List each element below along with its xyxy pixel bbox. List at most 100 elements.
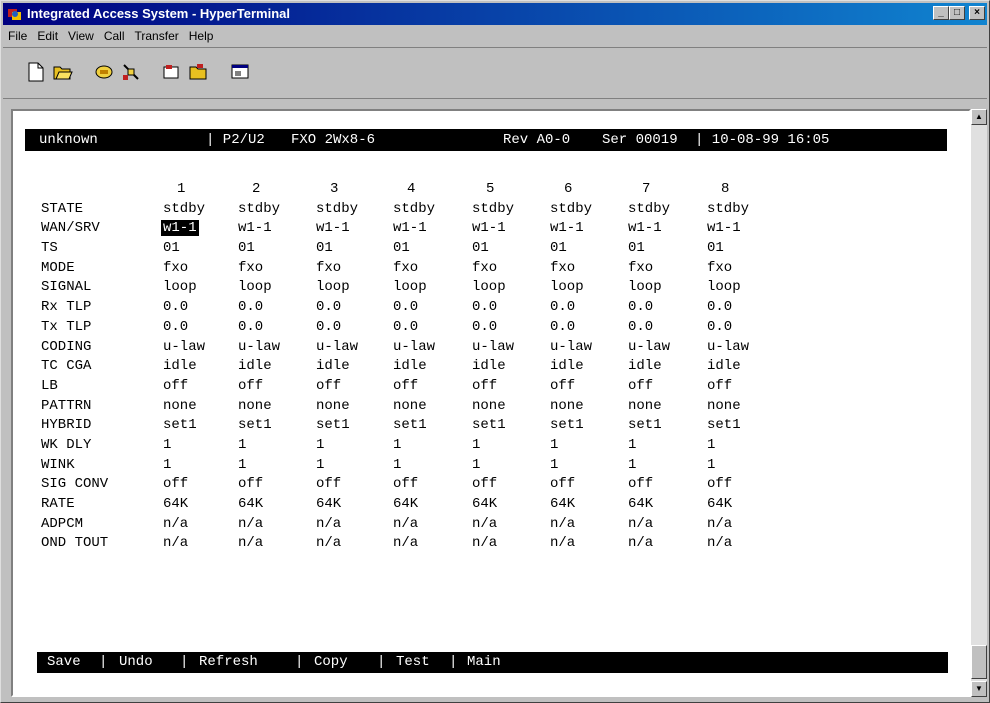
parameter-value-cell[interactable]: fxo — [472, 260, 497, 276]
parameter-value-cell[interactable]: n/a — [550, 535, 575, 551]
parameter-value-cell[interactable]: w1-1 — [472, 220, 506, 236]
menu-call[interactable]: Call — [99, 26, 130, 46]
parameter-value-cell[interactable]: n/a — [163, 516, 188, 532]
parameter-value-cell[interactable]: loop — [550, 279, 584, 295]
parameter-value-cell[interactable]: n/a — [550, 516, 575, 532]
selected-parameter-cell[interactable]: w1-1 — [161, 220, 199, 237]
parameter-value-cell[interactable]: n/a — [393, 516, 418, 532]
parameter-value-cell[interactable]: off — [393, 476, 418, 492]
parameter-value-cell[interactable]: 1 — [238, 457, 246, 473]
parameter-value-cell[interactable]: 1 — [393, 457, 401, 473]
parameter-value-cell[interactable]: 01 — [316, 240, 333, 256]
parameter-value-cell[interactable]: stdby — [472, 201, 514, 217]
parameter-value-cell[interactable]: u-law — [628, 339, 670, 355]
parameter-value-cell[interactable]: 0.0 — [550, 319, 575, 335]
parameter-value-cell[interactable]: 0.0 — [316, 319, 341, 335]
parameter-value-cell[interactable]: 1 — [472, 457, 480, 473]
parameter-value-cell[interactable]: none — [393, 398, 427, 414]
parameter-value-cell[interactable]: u-law — [472, 339, 514, 355]
parameter-value-cell[interactable]: off — [393, 378, 418, 394]
parameter-value-cell[interactable]: 0.0 — [628, 299, 653, 315]
parameter-value-cell[interactable]: n/a — [472, 516, 497, 532]
parameter-value-cell[interactable]: off — [628, 378, 653, 394]
parameter-value-cell[interactable]: 1 — [550, 457, 558, 473]
new-icon[interactable] — [23, 60, 49, 84]
parameter-value-cell[interactable]: u-law — [316, 339, 358, 355]
parameter-value-cell[interactable]: fxo — [628, 260, 653, 276]
parameter-value-cell[interactable]: idle — [163, 358, 197, 374]
parameter-value-cell[interactable]: 0.0 — [628, 319, 653, 335]
parameter-value-cell[interactable]: 64K — [238, 496, 263, 512]
scrollbar-thumb[interactable] — [971, 645, 987, 679]
parameter-value-cell[interactable]: set1 — [316, 417, 350, 433]
parameter-value-cell[interactable]: stdby — [393, 201, 435, 217]
parameter-value-cell[interactable]: off — [550, 476, 575, 492]
parameter-value-cell[interactable]: u-law — [550, 339, 592, 355]
parameter-value-cell[interactable]: stdby — [238, 201, 280, 217]
parameter-value-cell[interactable]: n/a — [238, 535, 263, 551]
command-copy[interactable]: Copy — [314, 654, 348, 670]
title-bar[interactable]: Integrated Access System - HyperTerminal… — [3, 3, 987, 25]
parameter-value-cell[interactable]: 1 — [707, 437, 715, 453]
vertical-scrollbar[interactable]: ▲ ▼ — [971, 109, 987, 697]
parameter-value-cell[interactable]: loop — [707, 279, 741, 295]
properties-icon[interactable] — [227, 60, 253, 84]
parameter-value-cell[interactable]: none — [472, 398, 506, 414]
parameter-value-cell[interactable]: 01 — [707, 240, 724, 256]
parameter-value-cell[interactable]: w1-1 — [550, 220, 584, 236]
parameter-value-cell[interactable]: 64K — [628, 496, 653, 512]
parameter-value-cell[interactable]: 64K — [472, 496, 497, 512]
parameter-value-cell[interactable]: 01 — [163, 240, 180, 256]
parameter-value-cell[interactable]: idle — [707, 358, 741, 374]
parameter-value-cell[interactable]: 64K — [550, 496, 575, 512]
parameter-value-cell[interactable]: w1-1 — [628, 220, 662, 236]
disconnect-icon[interactable] — [118, 60, 144, 84]
parameter-value-cell[interactable]: off — [550, 378, 575, 394]
parameter-value-cell[interactable]: 1 — [707, 457, 715, 473]
parameter-value-cell[interactable]: set1 — [163, 417, 197, 433]
parameter-value-cell[interactable]: fxo — [238, 260, 263, 276]
parameter-value-cell[interactable]: off — [163, 476, 188, 492]
parameter-value-cell[interactable]: set1 — [550, 417, 584, 433]
parameter-value-cell[interactable]: 64K — [163, 496, 188, 512]
menu-transfer[interactable]: Transfer — [130, 26, 184, 46]
parameter-value-cell[interactable]: 1 — [316, 457, 324, 473]
parameter-value-cell[interactable]: fxo — [550, 260, 575, 276]
parameter-value-cell[interactable]: 1 — [550, 437, 558, 453]
parameter-value-cell[interactable]: 0.0 — [393, 299, 418, 315]
menu-view[interactable]: View — [63, 26, 99, 46]
command-refresh[interactable]: Refresh — [199, 654, 258, 670]
parameter-value-cell[interactable]: 0.0 — [393, 319, 418, 335]
parameter-value-cell[interactable]: fxo — [163, 260, 188, 276]
parameter-value-cell[interactable]: off — [316, 476, 341, 492]
parameter-value-cell[interactable]: 0.0 — [238, 319, 263, 335]
menu-help[interactable]: Help — [184, 26, 219, 46]
parameter-value-cell[interactable]: 1 — [472, 437, 480, 453]
parameter-value-cell[interactable]: stdby — [707, 201, 749, 217]
parameter-value-cell[interactable]: n/a — [163, 535, 188, 551]
parameter-value-cell[interactable]: w1-1 — [393, 220, 427, 236]
parameter-value-cell[interactable]: idle — [628, 358, 662, 374]
parameter-value-cell[interactable]: none — [550, 398, 584, 414]
parameter-value-cell[interactable]: n/a — [238, 516, 263, 532]
parameter-value-cell[interactable]: stdby — [550, 201, 592, 217]
parameter-value-cell[interactable]: none — [316, 398, 350, 414]
parameter-value-cell[interactable]: 1 — [393, 437, 401, 453]
parameter-value-cell[interactable]: idle — [393, 358, 427, 374]
parameter-value-cell[interactable]: n/a — [393, 535, 418, 551]
parameter-value-cell[interactable]: n/a — [628, 516, 653, 532]
parameter-value-cell[interactable]: n/a — [707, 535, 732, 551]
parameter-value-cell[interactable]: off — [316, 378, 341, 394]
command-undo[interactable]: Undo — [119, 654, 153, 670]
parameter-value-cell[interactable]: w1-1 — [238, 220, 272, 236]
parameter-value-cell[interactable]: stdby — [163, 201, 205, 217]
parameter-value-cell[interactable]: set1 — [707, 417, 741, 433]
parameter-value-cell[interactable]: 1 — [238, 437, 246, 453]
parameter-value-cell[interactable]: 1 — [628, 457, 636, 473]
parameter-value-cell[interactable]: u-law — [163, 339, 205, 355]
parameter-value-cell[interactable]: none — [707, 398, 741, 414]
parameter-value-cell[interactable]: none — [163, 398, 197, 414]
parameter-value-cell[interactable]: 1 — [163, 457, 171, 473]
parameter-value-cell[interactable]: 1 — [628, 437, 636, 453]
parameter-value-cell[interactable]: set1 — [238, 417, 272, 433]
